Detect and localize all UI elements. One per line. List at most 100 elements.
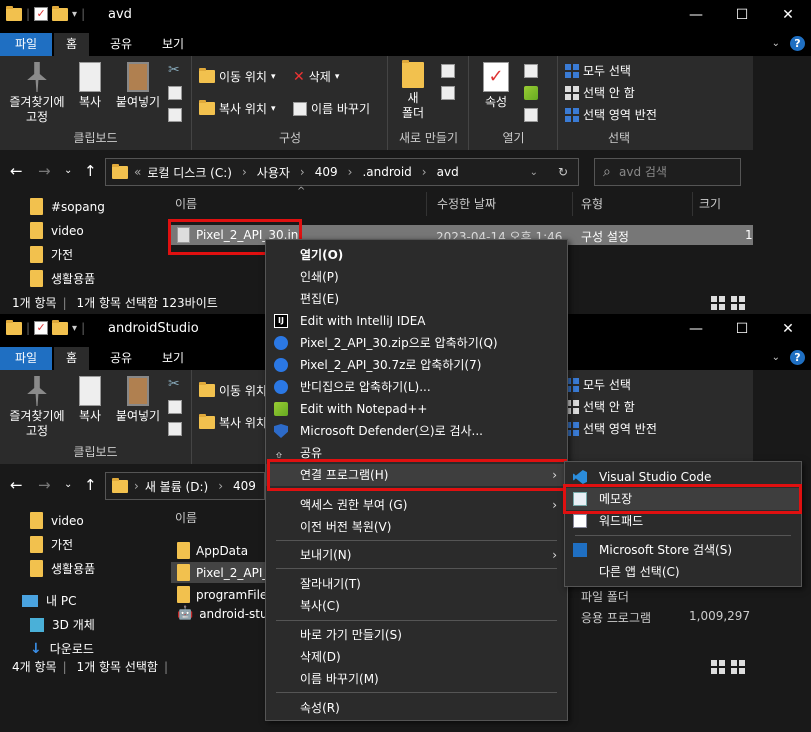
- properties-button[interactable]: ✓ 속성: [476, 62, 516, 110]
- menu-item-print[interactable]: 인쇄(P): [266, 266, 567, 288]
- select-none-button[interactable]: 선택 안 함: [565, 398, 635, 415]
- cut-icon[interactable]: ✂: [168, 376, 180, 392]
- menu-item-send-to[interactable]: 보내기(N) ›: [266, 544, 567, 566]
- move-to-button[interactable]: 이동 위치: [199, 382, 267, 399]
- submenu-item-store-search[interactable]: Microsoft Store 검색(S): [565, 539, 801, 561]
- refresh-icon[interactable]: ↻: [558, 165, 568, 179]
- menu-item-grant-access[interactable]: 액세스 권한 부여 (G) ›: [266, 494, 567, 516]
- submenu-item-choose-app[interactable]: 다른 앱 선택(C): [565, 561, 801, 583]
- close-icon[interactable]: ✕: [765, 314, 811, 344]
- list-item[interactable]: programFiles: [177, 586, 274, 603]
- maximize-icon[interactable]: ☐: [719, 314, 765, 344]
- menu-item-copy[interactable]: 복사(C): [266, 595, 567, 617]
- menu-item-open[interactable]: 열기(O): [266, 244, 567, 266]
- properties-icon[interactable]: ✓: [34, 321, 49, 335]
- recent-chevron-icon[interactable]: ⌄: [64, 165, 72, 176]
- back-arrow-icon[interactable]: ←: [10, 162, 23, 180]
- copy-to-button[interactable]: 복사 위치: [199, 414, 267, 431]
- pin-button[interactable]: 즐겨찾기에 고정: [4, 62, 70, 125]
- minimize-icon[interactable]: —: [673, 314, 719, 344]
- menu-item-edit[interactable]: 편집(E): [266, 288, 567, 310]
- paste-shortcut-icon[interactable]: [168, 108, 182, 122]
- tab-view[interactable]: 보기: [150, 33, 196, 56]
- col-date[interactable]: 수정한 날짜: [427, 192, 573, 216]
- ribbon-collapse-icon[interactable]: ⌄: [772, 352, 780, 363]
- edit-icon[interactable]: [524, 86, 538, 100]
- breadcrumb-1[interactable]: 사용자: [257, 164, 290, 181]
- minimize-icon[interactable]: —: [673, 0, 719, 30]
- nav-item-this-pc[interactable]: 내 PC: [22, 592, 76, 609]
- help-icon[interactable]: ?: [790, 36, 805, 51]
- menu-item-intellij[interactable]: IJ Edit with IntelliJ IDEA: [266, 310, 567, 332]
- menu-item-properties[interactable]: 속성(R): [266, 697, 567, 719]
- menu-item-rename[interactable]: 이름 바꾸기(M): [266, 668, 567, 690]
- copy-to-button[interactable]: 복사 위치 ▾: [199, 100, 276, 117]
- breadcrumb-1[interactable]: 409: [233, 479, 256, 493]
- menu-item-open-with[interactable]: 연결 프로그램(H) ›: [266, 464, 567, 486]
- list-view-icon[interactable]: [711, 296, 725, 310]
- paste-button[interactable]: 붙여넣기: [110, 62, 166, 110]
- nav-item-downloads[interactable]: ↓ 다운로드: [30, 640, 94, 657]
- search-input[interactable]: avd 검색: [594, 158, 741, 186]
- rename-button[interactable]: 이름 바꾸기: [293, 100, 370, 117]
- copy-path-icon[interactable]: [168, 400, 182, 414]
- invert-selection-button[interactable]: 선택 영역 반전: [565, 106, 657, 123]
- ribbon-collapse-icon[interactable]: ⌄: [772, 38, 780, 49]
- menu-item-bandizip[interactable]: 반디집으로 압축하기(L)...: [266, 376, 567, 398]
- menu-item-notepadpp[interactable]: Edit with Notepad++: [266, 398, 567, 420]
- submenu-item-notepad[interactable]: 메모장: [565, 488, 801, 510]
- new-folder-icon[interactable]: [52, 5, 69, 21]
- nav-item-household[interactable]: 생활용품: [30, 560, 95, 577]
- paste-button[interactable]: 붙여넣기: [110, 376, 166, 424]
- breadcrumb-3[interactable]: .android: [362, 165, 411, 179]
- col-name[interactable]: 이름: [157, 506, 267, 530]
- new-item-icon[interactable]: [441, 64, 455, 78]
- nav-item-appliance[interactable]: 가전: [30, 536, 73, 553]
- tab-share[interactable]: 공유: [98, 33, 144, 56]
- back-arrow-icon[interactable]: ←: [10, 476, 23, 494]
- tab-file[interactable]: 파일: [0, 347, 52, 370]
- pin-button[interactable]: 즐겨찾기에 고정: [4, 376, 70, 439]
- menu-item-create-shortcut[interactable]: 바로 가기 만들기(S): [266, 624, 567, 646]
- breadcrumb-0[interactable]: 새 볼륨 (D:): [145, 478, 208, 495]
- submenu-item-vscode[interactable]: Visual Studio Code: [565, 466, 801, 488]
- select-all-button[interactable]: 모두 선택: [565, 62, 631, 79]
- cut-icon[interactable]: ✂: [168, 62, 180, 78]
- help-icon[interactable]: ?: [790, 350, 805, 365]
- invert-selection-button[interactable]: 선택 영역 반전: [565, 420, 657, 437]
- paste-shortcut-icon[interactable]: [168, 422, 182, 436]
- menu-item-cut[interactable]: 잘라내기(T): [266, 573, 567, 595]
- nav-item-household[interactable]: 생활용품: [30, 270, 95, 287]
- nav-item-video[interactable]: video: [30, 512, 84, 529]
- move-to-button[interactable]: 이동 위치 ▾: [199, 68, 276, 85]
- nav-item-appliance[interactable]: 가전: [30, 246, 73, 263]
- tab-file[interactable]: 파일: [0, 33, 52, 56]
- open-icon[interactable]: [524, 64, 538, 78]
- delete-button[interactable]: ✕ 삭제 ▾: [293, 68, 339, 85]
- details-view-icon[interactable]: [731, 296, 745, 310]
- select-all-button[interactable]: 모두 선택: [565, 376, 631, 393]
- up-arrow-icon[interactable]: ↑: [84, 476, 97, 494]
- nav-item-video[interactable]: video: [30, 222, 84, 239]
- menu-item-delete[interactable]: 삭제(D): [266, 646, 567, 668]
- tab-view[interactable]: 보기: [150, 347, 196, 370]
- breadcrumb-0[interactable]: 로컬 디스크 (C:): [147, 164, 232, 181]
- address-dropdown-icon[interactable]: ⌄: [530, 167, 538, 178]
- menu-item-7z[interactable]: Pixel_2_API_30.7z로 압축하기(7): [266, 354, 567, 376]
- breadcrumb-2[interactable]: 409: [315, 165, 338, 179]
- maximize-icon[interactable]: ☐: [719, 0, 765, 30]
- chevron-down-icon[interactable]: ▾: [72, 9, 77, 20]
- menu-item-zip[interactable]: Pixel_2_API_30.zip으로 압축하기(Q): [266, 332, 567, 354]
- properties-icon[interactable]: ✓: [34, 7, 49, 21]
- forward-arrow-icon[interactable]: →: [38, 476, 51, 494]
- address-box[interactable]: « 로컬 디스크 (C:) › 사용자 › 409 › .android › avd ⌄…: [105, 158, 579, 186]
- list-item[interactable]: AppData: [177, 542, 248, 559]
- tab-share[interactable]: 공유: [98, 347, 144, 370]
- new-folder-button[interactable]: 새 폴더: [395, 60, 431, 121]
- recent-chevron-icon[interactable]: ⌄: [64, 479, 72, 490]
- menu-item-share[interactable]: ⇪ 공유: [266, 442, 567, 464]
- copy-button[interactable]: 복사: [72, 376, 108, 424]
- up-arrow-icon[interactable]: ↑: [84, 162, 97, 180]
- chevron-down-icon[interactable]: ▾: [72, 323, 77, 334]
- history-icon[interactable]: [524, 108, 538, 122]
